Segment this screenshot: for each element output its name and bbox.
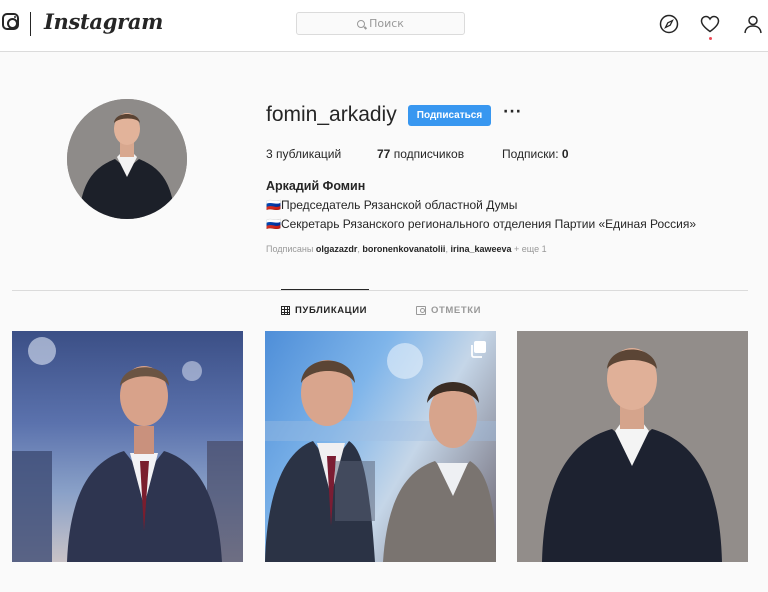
instagram-wordmark[interactable]: Instagram xyxy=(44,9,163,34)
followers-count: 77 xyxy=(377,147,391,161)
tagged-icon xyxy=(416,306,426,315)
tab-posts-label: ПУБЛИКАЦИИ xyxy=(295,305,368,316)
avatar-photo xyxy=(67,99,187,219)
logo-divider xyxy=(30,12,31,36)
posts-count: 3 xyxy=(266,147,273,161)
tab-posts[interactable]: ПУБЛИКАЦИИ xyxy=(281,305,367,316)
top-navigation-bar: Instagram Поиск xyxy=(0,0,768,52)
profile-full-name: Аркадий Фомин xyxy=(266,179,366,193)
following-count-stat[interactable]: Подписки: 0 xyxy=(502,147,569,161)
profile-icon[interactable] xyxy=(742,13,764,35)
active-tab-indicator xyxy=(281,289,369,290)
heart-icon[interactable] xyxy=(699,13,721,35)
search-icon xyxy=(357,19,366,28)
post-thumbnail[interactable] xyxy=(265,331,496,562)
follow-button[interactable]: Подписаться xyxy=(408,105,491,126)
post-thumbnail[interactable] xyxy=(517,331,748,562)
followed-by-label: Подписаны xyxy=(266,244,314,254)
notification-dot xyxy=(709,37,712,40)
explore-icon[interactable] xyxy=(658,13,680,35)
search-placeholder: Поиск xyxy=(369,17,404,30)
bio-line-2: 🇷🇺Секретарь Рязанского регионального отд… xyxy=(266,217,697,231)
posts-label: публикаций xyxy=(276,147,342,161)
followed-by-user[interactable]: irina_kaweeva xyxy=(450,244,511,254)
post-photo xyxy=(12,337,243,562)
post-photo xyxy=(265,343,496,562)
grid-icon xyxy=(281,306,290,315)
followers-count-stat[interactable]: 77 подписчиков xyxy=(377,147,464,161)
followers-label: подписчиков xyxy=(393,147,465,161)
followed-by[interactable]: Подписаны olgazazdr, boronenkovanatolii,… xyxy=(266,244,547,254)
bio-line-1: 🇷🇺Председатель Рязанской областной Думы xyxy=(266,198,518,212)
tab-tagged-label: ОТМЕТКИ xyxy=(431,305,482,316)
following-label: Подписки: xyxy=(502,147,559,161)
tabs-divider xyxy=(12,290,748,291)
tab-tagged[interactable]: ОТМЕТКИ xyxy=(416,305,481,316)
more-options-icon[interactable]: ··· xyxy=(503,104,522,120)
instagram-icon[interactable] xyxy=(2,13,19,30)
post-photo xyxy=(517,331,748,562)
search-input[interactable]: Поиск xyxy=(296,12,465,35)
followed-by-user[interactable]: boronenkovanatolii xyxy=(362,244,445,254)
carousel-icon xyxy=(471,341,486,358)
followed-by-user[interactable]: olgazazdr xyxy=(316,244,358,254)
posts-count-stat: 3 публикаций xyxy=(266,147,341,161)
post-thumbnail[interactable] xyxy=(12,331,243,562)
followed-by-more[interactable]: + еще 1 xyxy=(514,244,547,254)
following-count: 0 xyxy=(561,147,569,161)
profile-username: fomin_arkadiy xyxy=(266,103,397,126)
avatar[interactable] xyxy=(67,99,187,219)
